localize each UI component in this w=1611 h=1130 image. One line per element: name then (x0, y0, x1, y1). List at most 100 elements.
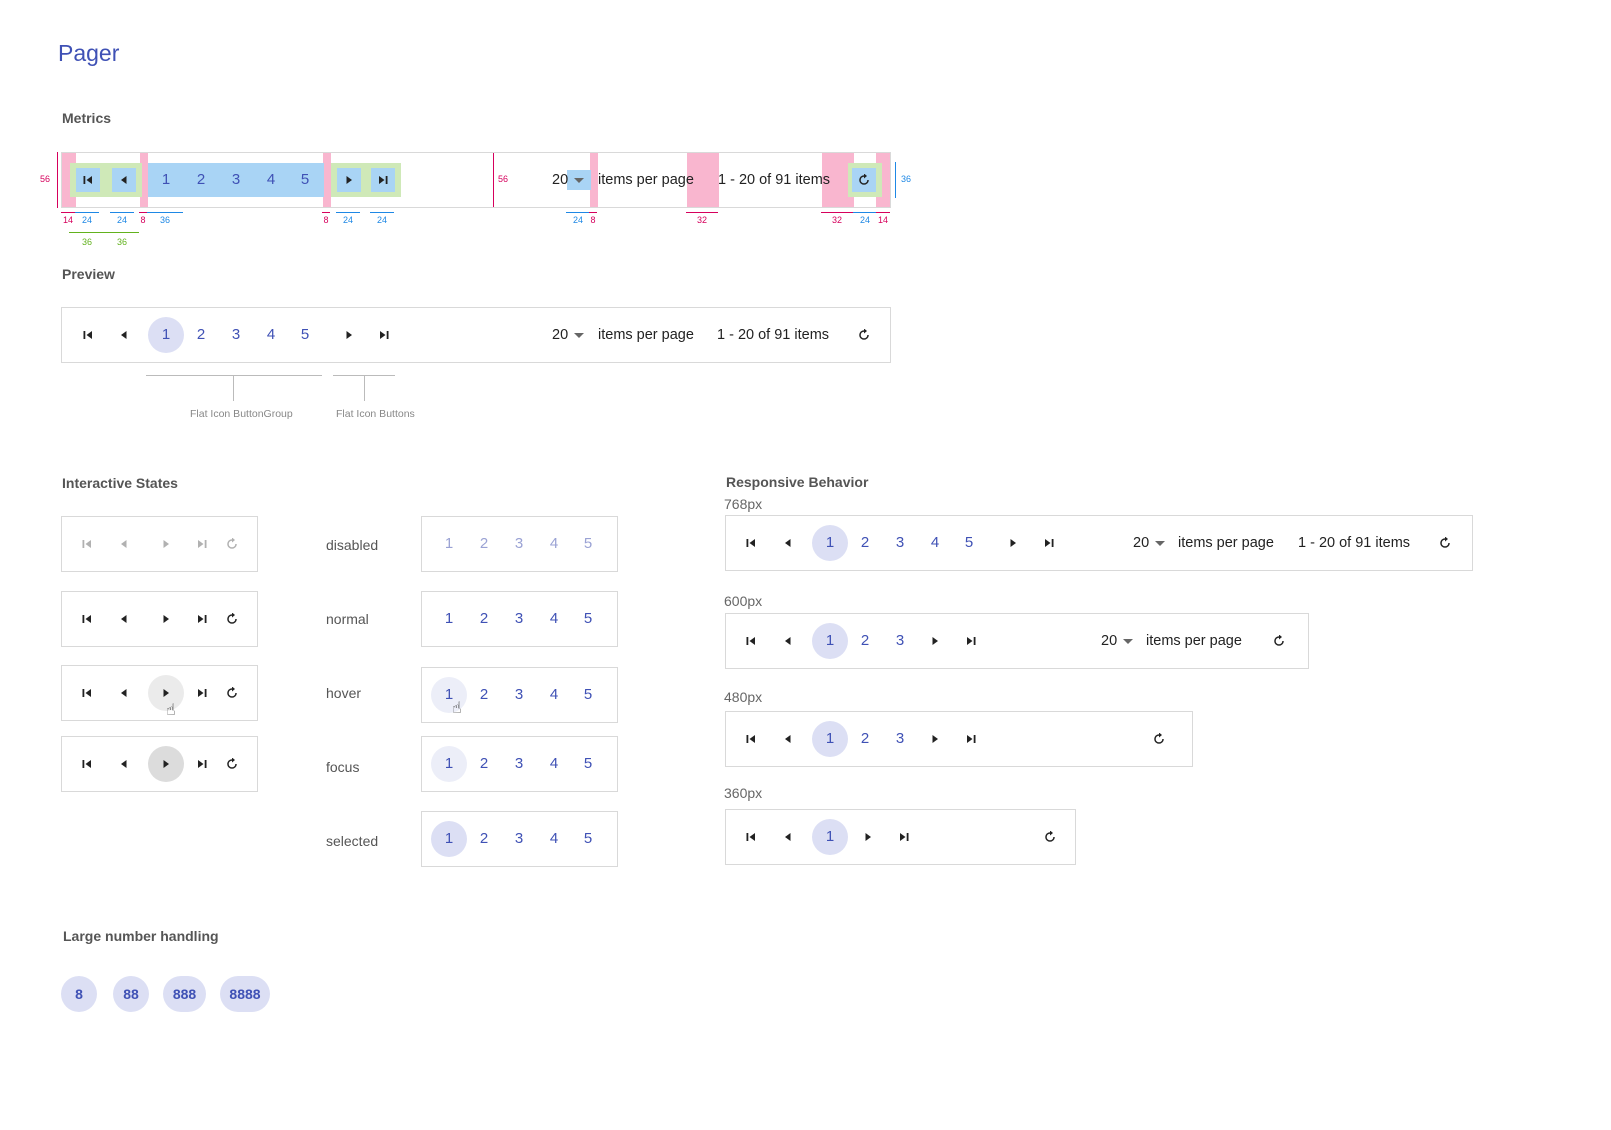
page-chip-4-digit[interactable]: 8888 (220, 976, 270, 1012)
last-page-icon[interactable] (192, 683, 212, 703)
first-page-icon[interactable] (78, 170, 98, 190)
first-page-icon[interactable] (741, 827, 761, 847)
page-5[interactable]: 5 (570, 746, 606, 782)
next-page-icon[interactable] (925, 729, 945, 749)
page-3[interactable]: 3 (218, 162, 254, 198)
page-chip-3-digit[interactable]: 888 (163, 976, 206, 1012)
refresh-icon[interactable] (1435, 533, 1455, 553)
first-page-icon[interactable] (741, 631, 761, 651)
page-1-selected[interactable]: 1 (431, 821, 467, 857)
page-5[interactable]: 5 (570, 821, 606, 857)
refresh-icon[interactable] (854, 325, 874, 345)
first-page-icon[interactable] (77, 609, 97, 629)
first-page-icon[interactable] (741, 729, 761, 749)
dim-8c: 8 (590, 215, 596, 225)
page-1-selected[interactable]: 1 (812, 525, 848, 561)
page-size-select[interactable]: 20 (1133, 535, 1166, 551)
page-4[interactable]: 4 (536, 821, 572, 857)
page-3[interactable]: 3 (501, 821, 537, 857)
next-page-icon[interactable] (925, 631, 945, 651)
page-2[interactable]: 2 (847, 525, 883, 561)
last-page-icon[interactable] (192, 754, 212, 774)
page-4[interactable]: 4 (536, 677, 572, 713)
page-2[interactable]: 2 (183, 162, 219, 198)
refresh-icon[interactable] (222, 609, 242, 629)
next-page-icon[interactable] (156, 754, 176, 774)
first-page-icon[interactable] (78, 325, 98, 345)
last-page-icon[interactable] (374, 325, 394, 345)
prev-page-icon[interactable] (114, 325, 134, 345)
page-3[interactable]: 3 (501, 601, 537, 637)
prev-page-icon[interactable] (778, 533, 798, 553)
page-2[interactable]: 2 (847, 721, 883, 757)
prev-page-icon[interactable] (778, 729, 798, 749)
page-1[interactable]: 1 (148, 162, 184, 198)
page-2[interactable]: 2 (466, 601, 502, 637)
width-360-label: 360px (724, 785, 763, 801)
next-page-icon[interactable] (1003, 533, 1023, 553)
page-2[interactable]: 2 (466, 677, 502, 713)
last-page-icon[interactable] (373, 170, 393, 190)
page-chip-1-digit[interactable]: 8 (61, 976, 97, 1012)
dim-14b: 14 (877, 215, 888, 225)
refresh-icon[interactable] (1040, 827, 1060, 847)
page-5[interactable]: 5 (570, 677, 606, 713)
first-page-icon[interactable] (741, 533, 761, 553)
prev-page-icon[interactable] (114, 609, 134, 629)
page-2[interactable]: 2 (847, 623, 883, 659)
refresh-icon[interactable] (1269, 631, 1289, 651)
page-2[interactable]: 2 (466, 821, 502, 857)
page-4[interactable]: 4 (917, 525, 953, 561)
prev-page-icon[interactable] (114, 170, 134, 190)
last-page-icon[interactable] (894, 827, 914, 847)
page-5[interactable]: 5 (287, 317, 323, 353)
page-size-select[interactable]: 20 (552, 327, 585, 343)
page-1-selected[interactable]: 1 (812, 721, 848, 757)
state-hover: hover (326, 685, 362, 701)
page-4[interactable]: 4 (253, 317, 289, 353)
page-3[interactable]: 3 (218, 317, 254, 353)
page-3[interactable]: 3 (882, 623, 918, 659)
page-3[interactable]: 3 (501, 746, 537, 782)
prev-page-icon[interactable] (778, 827, 798, 847)
page-4[interactable]: 4 (253, 162, 289, 198)
page-chip-2-digit[interactable]: 88 (113, 976, 149, 1012)
page-5[interactable]: 5 (951, 525, 987, 561)
next-page-icon[interactable] (339, 325, 359, 345)
prev-page-icon[interactable] (778, 631, 798, 651)
refresh-icon[interactable] (222, 683, 242, 703)
next-page-icon[interactable] (339, 170, 359, 190)
first-page-icon[interactable] (77, 754, 97, 774)
refresh-icon[interactable] (854, 170, 874, 190)
prev-page-icon[interactable] (114, 683, 134, 703)
page-5[interactable]: 5 (287, 162, 323, 198)
page-1-selected[interactable]: 1 (812, 819, 848, 855)
page-1-selected[interactable]: 1 (812, 623, 848, 659)
page-5[interactable]: 5 (570, 601, 606, 637)
range-label: 1 - 20 of 91 items (717, 327, 830, 343)
page-4[interactable]: 4 (536, 601, 572, 637)
first-page-icon[interactable] (77, 683, 97, 703)
last-page-icon[interactable] (961, 631, 981, 651)
last-page-icon[interactable] (192, 609, 212, 629)
page-3[interactable]: 3 (882, 525, 918, 561)
page-size-select[interactable]: 20 (552, 172, 585, 188)
page-size-select[interactable]: 20 (1101, 633, 1134, 649)
pager-480: 1 2 3 (725, 711, 1193, 767)
page-1-selected[interactable]: 1 (148, 317, 184, 353)
refresh-icon[interactable] (1149, 729, 1169, 749)
page-3[interactable]: 3 (882, 721, 918, 757)
page-2[interactable]: 2 (466, 746, 502, 782)
last-page-icon[interactable] (1039, 533, 1059, 553)
page-1[interactable]: 1 (431, 601, 467, 637)
page-2[interactable]: 2 (183, 317, 219, 353)
prev-page-icon[interactable] (114, 754, 134, 774)
last-page-icon[interactable] (961, 729, 981, 749)
page-1-focus[interactable]: 1 (431, 746, 467, 782)
page-4[interactable]: 4 (536, 746, 572, 782)
preview-pager: 1 2 3 4 5 20 items per page 1 - 20 of 91… (61, 307, 891, 363)
page-3[interactable]: 3 (501, 677, 537, 713)
refresh-icon[interactable] (222, 754, 242, 774)
next-page-icon[interactable] (858, 827, 878, 847)
next-page-icon[interactable] (156, 609, 176, 629)
